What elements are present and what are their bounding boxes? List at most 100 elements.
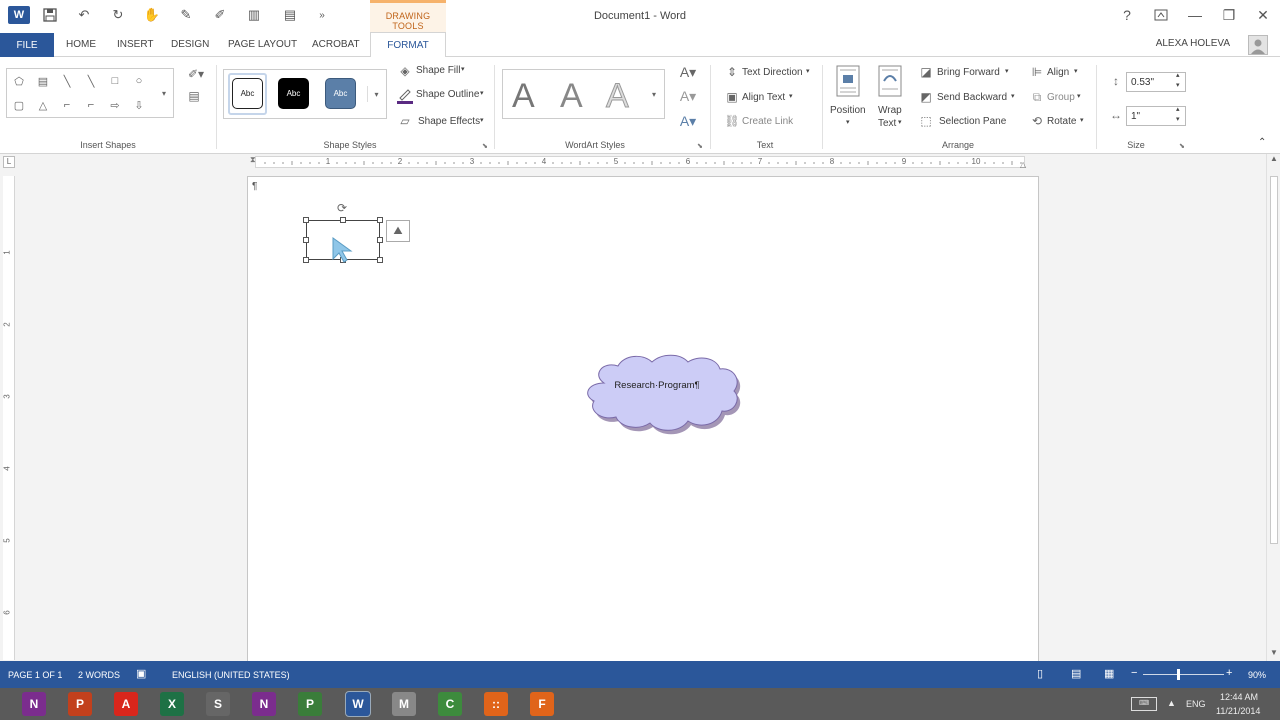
clock-time[interactable]: 12:44 AM bbox=[1220, 692, 1258, 702]
customize-qat-icon[interactable]: » bbox=[312, 6, 332, 24]
resize-handle[interactable] bbox=[303, 257, 309, 263]
wordart-more-icon[interactable]: ▾ bbox=[645, 86, 663, 102]
print-layout-icon[interactable]: ▤ bbox=[1071, 667, 1081, 680]
ribbon-display-options-icon[interactable] bbox=[1148, 5, 1174, 25]
oval-shape-icon[interactable]: ○ bbox=[130, 73, 148, 89]
document-page[interactable]: ¶ ⟳ ⛰ Research·Program¶ bbox=[247, 176, 1039, 661]
text-direction-dropdown-icon[interactable]: ▾ bbox=[806, 67, 810, 75]
taskbar-apps-grid-icon[interactable]: :: bbox=[484, 692, 508, 716]
elbow-connector-shape-icon[interactable]: ⌐ bbox=[58, 97, 76, 113]
wordart-preset-1[interactable]: A bbox=[512, 77, 535, 116]
minimize-icon[interactable]: — bbox=[1182, 5, 1208, 25]
rotate-handle-icon[interactable]: ⟳ bbox=[337, 201, 347, 215]
selection-pane-button[interactable]: Selection Pane bbox=[939, 116, 1006, 127]
height-spin-down-icon[interactable]: ▾ bbox=[1176, 81, 1180, 89]
taskbar-onenote-icon[interactable]: N bbox=[22, 692, 46, 716]
help-button[interactable]: ? bbox=[1114, 5, 1140, 25]
web-layout-icon[interactable]: ▦ bbox=[1104, 667, 1114, 680]
bring-forward-button[interactable]: Bring Forward bbox=[937, 67, 1000, 78]
zoom-slider[interactable] bbox=[1143, 674, 1224, 675]
text-effects-icon[interactable]: A▾ bbox=[676, 113, 700, 129]
taskbar-onenote-2-icon[interactable]: N bbox=[252, 692, 276, 716]
shapes-gallery[interactable]: ⬠ ▤ ╲ ╲ □ ○ ▢ △ ⌐ ⌐ ⇨ ⇩ ▾ bbox=[6, 68, 174, 118]
arrow-line-shape-icon[interactable]: ╲ bbox=[82, 73, 100, 89]
position-icon[interactable] bbox=[835, 65, 861, 97]
taskbar-media-icon[interactable]: M bbox=[392, 692, 416, 716]
taskbar-project-icon[interactable]: P bbox=[298, 692, 322, 716]
tab-selector-icon[interactable]: L bbox=[3, 156, 15, 168]
shape-effects-dropdown-icon[interactable]: ▾ bbox=[480, 116, 484, 124]
user-name[interactable]: ALEXA HOLEVA bbox=[1156, 38, 1230, 49]
show-hidden-icons-icon[interactable]: ▲ bbox=[1167, 698, 1176, 708]
zoom-in-icon[interactable]: + bbox=[1226, 667, 1232, 679]
avatar[interactable] bbox=[1248, 35, 1268, 55]
taskbar-powerpoint-icon[interactable]: P bbox=[68, 692, 92, 716]
language[interactable]: ENGLISH (UNITED STATES) bbox=[172, 670, 290, 680]
wordart-preset-3[interactable]: A bbox=[606, 77, 630, 116]
read-mode-icon[interactable]: ▯ bbox=[1037, 667, 1043, 680]
rectangle-shape-icon[interactable]: □ bbox=[106, 73, 124, 89]
taskbar-firefox-icon[interactable]: F bbox=[530, 692, 554, 716]
cloud-shape[interactable]: Research·Program¶ bbox=[582, 353, 742, 435]
word-count[interactable]: 2 WORDS bbox=[78, 670, 120, 680]
wordart-launcher-icon[interactable]: ⬊ bbox=[697, 142, 703, 150]
elbow-arrow-shape-icon[interactable]: ⌐ bbox=[82, 97, 100, 113]
style-preset-black[interactable]: Abc bbox=[278, 78, 309, 109]
text-direction-button[interactable]: Text Direction bbox=[742, 67, 803, 78]
scrollbar-thumb[interactable] bbox=[1270, 176, 1278, 544]
shape-styles-more-icon[interactable]: ▾ bbox=[367, 86, 385, 102]
wrap-text-icon[interactable] bbox=[877, 65, 903, 97]
taskbar-acrobat-icon[interactable]: A bbox=[114, 692, 138, 716]
resize-handle[interactable] bbox=[377, 237, 383, 243]
vertical-scrollbar[interactable]: ▲ ▼ bbox=[1266, 154, 1280, 661]
align-text-dropdown-icon[interactable]: ▾ bbox=[789, 92, 793, 100]
rotate-button[interactable]: Rotate bbox=[1047, 116, 1076, 127]
text-box-shape-icon[interactable]: ▤ bbox=[34, 73, 52, 89]
tab-design[interactable]: DESIGN bbox=[171, 39, 209, 50]
group-button[interactable]: Group bbox=[1047, 92, 1075, 103]
height-spin-up-icon[interactable]: ▴ bbox=[1176, 71, 1180, 79]
text-outline-icon[interactable]: A▾ bbox=[676, 88, 700, 104]
taskbar-excel-icon[interactable]: X bbox=[160, 692, 184, 716]
right-arrow-shape-icon[interactable]: ⇨ bbox=[106, 97, 124, 113]
open-icon[interactable]: ✐ bbox=[210, 6, 230, 24]
send-backward-button[interactable]: Send Backward bbox=[937, 92, 1007, 103]
shape-outline-button[interactable]: Shape Outline bbox=[416, 89, 479, 100]
shape-styles-gallery[interactable]: Abc Abc Abc ▾ bbox=[223, 69, 387, 119]
left-indent-marker-icon[interactable]: ⧗ bbox=[250, 155, 256, 165]
freeform-shape-icon[interactable]: ⬠ bbox=[10, 73, 28, 89]
word-app-icon[interactable]: W bbox=[8, 6, 30, 24]
tab-insert[interactable]: INSERT bbox=[117, 39, 154, 50]
wrap-text-label-1[interactable]: Wrap bbox=[878, 105, 902, 116]
style-preset-blue[interactable]: Abc bbox=[325, 78, 356, 109]
shape-effects-button[interactable]: Shape Effects bbox=[418, 116, 480, 127]
taskbar-scanner-icon[interactable]: S bbox=[206, 692, 230, 716]
text-fill-icon[interactable]: A▾ bbox=[676, 64, 700, 80]
edit-icon[interactable]: ✎ bbox=[176, 6, 196, 24]
down-arrow-shape-icon[interactable]: ⇩ bbox=[130, 97, 148, 113]
vertical-ruler[interactable]: 1 2 3 4 5 6 bbox=[3, 176, 15, 660]
align-text-button[interactable]: Align Text bbox=[742, 92, 785, 103]
group-dropdown-icon[interactable]: ▾ bbox=[1077, 92, 1081, 100]
input-language[interactable]: ENG bbox=[1186, 699, 1206, 709]
layout-options-icon[interactable]: ⛰ bbox=[386, 220, 410, 242]
close-icon[interactable]: ✕ bbox=[1250, 5, 1276, 25]
clock-date[interactable]: 11/21/2014 bbox=[1216, 706, 1260, 716]
restore-icon[interactable]: ❐ bbox=[1216, 5, 1242, 25]
undo-icon[interactable]: ↶ bbox=[74, 6, 94, 24]
scroll-down-icon[interactable]: ▼ bbox=[1270, 648, 1278, 657]
tab-format[interactable]: FORMAT bbox=[370, 32, 446, 58]
draw-text-box-icon[interactable]: ▤ bbox=[184, 88, 204, 104]
shape-fill-dropdown-icon[interactable]: ▾ bbox=[461, 65, 465, 73]
tab-file[interactable]: FILE bbox=[0, 33, 54, 57]
horizontal-ruler[interactable]: 1 2 3 4 5 6 7 8 9 10 bbox=[255, 156, 1025, 168]
wordart-gallery[interactable]: A A A ▾ bbox=[502, 69, 665, 119]
resize-handle[interactable] bbox=[303, 237, 309, 243]
tab-home[interactable]: HOME bbox=[66, 39, 96, 50]
resize-handle[interactable] bbox=[303, 217, 309, 223]
touch-mode-icon[interactable]: ✋ bbox=[142, 6, 162, 24]
wrap-text-dropdown-icon[interactable]: ▾ bbox=[898, 118, 902, 126]
tab-page-layout[interactable]: PAGE LAYOUT bbox=[228, 39, 297, 50]
create-link-button[interactable]: Create Link bbox=[742, 116, 793, 127]
rotate-dropdown-icon[interactable]: ▾ bbox=[1080, 116, 1084, 124]
